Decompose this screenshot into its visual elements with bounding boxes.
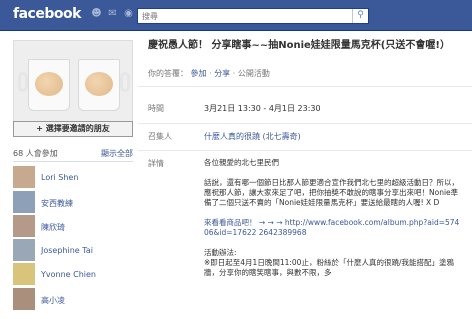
attendee-name[interactable]: 陳欣琦 xyxy=(41,222,65,233)
top-icons: ☻ ✉ ◉ xyxy=(91,8,134,22)
search-box: ⚲ xyxy=(137,8,369,24)
details-paragraph: ※即日起至4月1日晚間11:00止，粉絲於「什麼人真的很蹺/我能搭配」塗鴉牆，分… xyxy=(204,258,454,277)
attend-link[interactable]: 參加 xyxy=(191,69,207,78)
divider xyxy=(138,150,472,151)
time-label: 時間 xyxy=(148,104,164,113)
search-icon[interactable]: ⚲ xyxy=(352,9,368,23)
attending-count: 68 人會參加 xyxy=(13,149,58,158)
divider xyxy=(138,123,472,124)
avatar[interactable] xyxy=(13,215,35,237)
attendee-item[interactable]: Josephine Tai xyxy=(13,239,133,261)
attendee-name[interactable]: Lori Shen xyxy=(41,173,78,182)
attending-header: 68 人會參加 顯示全部 xyxy=(13,148,133,160)
share-link[interactable]: 分享 xyxy=(214,69,230,78)
avatar[interactable] xyxy=(13,239,35,261)
divider xyxy=(138,86,472,87)
left-column: + 選擇要邀請的朋友 68 人會參加 顯示全部 Lori Shen 安西教練 陳… xyxy=(0,32,138,319)
attendee-item[interactable]: 高小凌 xyxy=(13,288,133,310)
search-input[interactable] xyxy=(142,10,342,22)
event-main: 慶祝愚人節！ 分享瞎事~~抽Nonie娃娃限量馬克杯(只送不會喔!） 你的答覆：… xyxy=(138,32,472,319)
details-label: 詳情 xyxy=(148,159,164,168)
details-paragraph: 活動辦法: xyxy=(204,248,237,257)
event-details: 各位親愛的北七里民們 話說，還有哪一個節日比那人節更適合宣作我們北七里的超級活動… xyxy=(204,158,464,288)
show-all-link[interactable]: 顯示全部 xyxy=(101,148,133,159)
attendee-name[interactable]: Yvonne Chien xyxy=(41,270,96,279)
facebook-logo[interactable]: facebook xyxy=(13,6,81,22)
avatar[interactable] xyxy=(13,166,35,188)
event-picture[interactable] xyxy=(13,40,133,132)
avatar[interactable] xyxy=(13,263,35,285)
top-bar: facebook ☻ ✉ ◉ ⚲ xyxy=(0,0,472,31)
rsvp-prefix: 你的答覆： xyxy=(148,69,188,78)
details-paragraph: 各位親愛的北七里民們 xyxy=(204,158,279,167)
attendee-name[interactable]: 安西教練 xyxy=(41,198,73,209)
public-event-label: 公開活動 xyxy=(237,69,270,78)
attendee-item[interactable]: Yvonne Chien xyxy=(13,263,133,285)
attendee-item[interactable]: 陳欣琦 xyxy=(13,215,133,237)
details-link[interactable]: 來看看商品吧！ → → → http://www.facebook.com/al… xyxy=(204,218,464,238)
avatar[interactable] xyxy=(13,191,35,213)
attendee-name[interactable]: Josephine Tai xyxy=(41,246,93,255)
event-title: 慶祝愚人節！ 分享瞎事~~抽Nonie娃娃限量馬克杯(只送不會喔!） xyxy=(148,40,450,51)
organizer-link[interactable]: 什麼人真的很蹺 (北七壽奇) xyxy=(204,131,301,142)
divider xyxy=(13,161,133,162)
rsvp-line: 你的答覆： 參加 · 分享 · 公開活動 xyxy=(148,69,270,78)
time-value: 3月21日 13:30 - 4月1日 23:30 xyxy=(204,104,321,113)
attendee-item[interactable]: Lori Shen xyxy=(13,166,133,188)
avatar[interactable] xyxy=(13,288,35,310)
friends-icon[interactable]: ☻ xyxy=(91,8,102,20)
details-paragraph: 話說，還有哪一個節日比那人節更適合宣作我們北七里的超級活動日？所以，應祝那人節，… xyxy=(204,178,459,207)
messages-icon[interactable]: ✉ xyxy=(107,8,118,20)
attendee-name[interactable]: 高小凌 xyxy=(41,295,65,306)
notifications-icon[interactable]: ◉ xyxy=(123,8,134,20)
organizer-label: 召集人 xyxy=(148,132,172,141)
mug-image xyxy=(18,59,70,111)
invite-friends-button[interactable]: + 選擇要邀請的朋友 xyxy=(13,121,133,137)
mug-image xyxy=(78,59,130,111)
attendee-item[interactable]: 安西教練 xyxy=(13,191,133,213)
